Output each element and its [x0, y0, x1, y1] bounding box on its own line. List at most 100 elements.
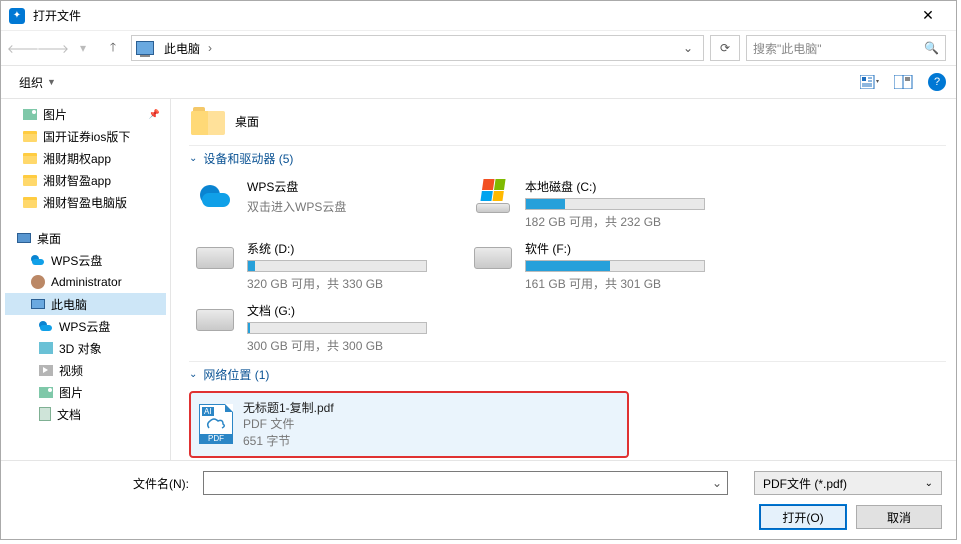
forward-button[interactable]: 🡒 [41, 36, 65, 60]
drive-usage-bar [525, 260, 705, 272]
pin-icon: 📌 [149, 109, 160, 120]
sidebar-item-label: Administrator [51, 275, 122, 289]
drive-sub: 161 GB 可用，共 301 GB [525, 275, 705, 292]
drive-sub: 320 GB 可用，共 330 GB [247, 275, 427, 292]
sidebar-item-user-7[interactable]: Administrator [5, 271, 166, 293]
sidebar-item-vid-11[interactable]: 视频 [5, 359, 166, 381]
breadcrumb-caret-icon[interactable]: › [204, 41, 216, 55]
sidebar-item-cloud-6[interactable]: WPS云盘 [5, 249, 166, 271]
sidebar-item-pc-8[interactable]: 此电脑 [5, 293, 166, 315]
filename-input[interactable] [203, 471, 728, 495]
organize-label: 组织 [19, 74, 43, 91]
sidebar-item-folder-3[interactable]: 湘财智盈app [5, 169, 166, 191]
navigation-bar: 🡐 🡒 ▾ 🡑 此电脑 › ⌄ ⟳ 搜索"此电脑" 🔍 [1, 31, 956, 65]
folder-icon [23, 197, 37, 208]
sidebar-item-label: 国开证券ios版下 [43, 128, 130, 145]
os-drive-icon [471, 178, 515, 214]
address-bar[interactable]: 此电脑 › ⌄ [131, 35, 704, 61]
open-file-dialog: ✦ 打开文件 ✕ 🡐 🡒 ▾ 🡑 此电脑 › ⌄ ⟳ 搜索"此电脑" 🔍 组织 … [0, 0, 957, 540]
sidebar-item-folder-4[interactable]: 湘财智盈电脑版 [5, 191, 166, 213]
drive-name: 文档 (G:) [247, 302, 427, 319]
sidebar-item-folder-2[interactable]: 湘财期权app [5, 147, 166, 169]
doc-icon [39, 407, 51, 421]
titlebar: ✦ 打开文件 ✕ [1, 1, 956, 31]
sidebar-item-label: WPS云盘 [59, 318, 110, 335]
pc-icon [136, 41, 154, 55]
folder-icon [23, 131, 37, 142]
file-size: 651 字节 [243, 433, 334, 450]
desk-icon [17, 233, 31, 243]
drive-name: 软件 (F:) [525, 240, 705, 257]
up-button[interactable]: 🡑 [101, 36, 125, 60]
file-type: PDF 文件 [243, 416, 334, 433]
sidebar-item-doc-13[interactable]: 文档 [5, 403, 166, 425]
cancel-button[interactable]: 取消 [856, 505, 942, 529]
folder-icon [191, 107, 225, 135]
cloud-icon [39, 321, 53, 331]
network-file-item[interactable]: AI PDF 无标题1-复制.pdf PDF 文件 651 字节 [189, 391, 629, 458]
user-icon [31, 275, 45, 289]
section-network[interactable]: ⌄ 网络位置 (1) [189, 366, 946, 383]
drive-usage-bar [247, 260, 427, 272]
section-network-label: 网络位置 (1) [203, 366, 269, 383]
address-dropdown-icon[interactable]: ⌄ [677, 41, 699, 55]
close-button[interactable]: ✕ [908, 7, 948, 24]
content-pane: 桌面 ⌄ 设备和驱动器 (5) WPS云盘双击进入WPS云盘 本地磁盘 (C:) 1… [171, 99, 956, 460]
drive-sub: 182 GB 可用，共 232 GB [525, 213, 705, 230]
search-placeholder: 搜索"此电脑" [753, 40, 822, 57]
filename-label: 文件名(N): [15, 475, 195, 492]
drive-name: 系统 (D:) [247, 240, 427, 257]
search-icon: 🔍 [924, 41, 939, 55]
drive-item-1[interactable]: 本地磁盘 (C:) 182 GB 可用，共 232 GB [467, 175, 727, 233]
sidebar-item-folder-1[interactable]: 国开证券ios版下 [5, 125, 166, 147]
sidebar-item-label: 湘财智盈app [43, 172, 111, 189]
footer: 文件名(N): ⌄ PDF文件 (*.pdf) ⌄ 打开(O) 取消 [1, 460, 956, 539]
pc-icon [31, 299, 45, 309]
sidebar: 图片📌国开证券ios版下湘财期权app湘财智盈app湘财智盈电脑版桌面WPS云盘… [1, 99, 171, 460]
section-devices-label: 设备和驱动器 (5) [203, 150, 293, 167]
drive-item-2[interactable]: 系统 (D:) 320 GB 可用，共 330 GB [189, 237, 449, 295]
drive-item-4[interactable]: 文档 (G:) 300 GB 可用，共 300 GB [189, 299, 449, 357]
cloud-drive-icon [193, 178, 237, 214]
open-button[interactable]: 打开(O) [760, 505, 846, 529]
refresh-button[interactable]: ⟳ [710, 35, 740, 61]
drive-name: 本地磁盘 (C:) [525, 178, 705, 195]
sidebar-item-3d-10[interactable]: 3D 对象 [5, 337, 166, 359]
hdd-icon [193, 240, 237, 276]
sidebar-item-label: WPS云盘 [51, 252, 102, 269]
sidebar-item-desk-5[interactable]: 桌面 [5, 227, 166, 249]
preview-pane-button[interactable] [894, 73, 914, 91]
sidebar-item-pic-0[interactable]: 图片📌 [5, 103, 166, 125]
sidebar-item-pic-12[interactable]: 图片 [5, 381, 166, 403]
recent-dropdown[interactable]: ▾ [71, 36, 95, 60]
drive-sub: 300 GB 可用，共 300 GB [247, 337, 427, 354]
pic-icon [39, 387, 53, 398]
chevron-down-icon: ⌄ [189, 369, 197, 380]
section-devices[interactable]: ⌄ 设备和驱动器 (5) [189, 150, 946, 167]
help-button[interactable]: ? [928, 73, 946, 91]
hdd-icon [193, 302, 237, 338]
drive-usage-bar [525, 198, 705, 210]
folder-desktop[interactable]: 桌面 [191, 107, 946, 135]
app-icon: ✦ [9, 8, 25, 24]
sidebar-item-cloud-9[interactable]: WPS云盘 [5, 315, 166, 337]
chevron-down-icon: ⌄ [189, 153, 197, 164]
drive-item-3[interactable]: 软件 (F:) 161 GB 可用，共 301 GB [467, 237, 727, 295]
sidebar-item-label: 图片 [59, 384, 83, 401]
organize-menu[interactable]: 组织 ▼ [11, 70, 64, 95]
sidebar-item-label: 文档 [57, 406, 81, 423]
back-button[interactable]: 🡐 [11, 36, 35, 60]
pdf-file-icon: AI PDF [199, 404, 233, 444]
cancel-button-label: 取消 [887, 509, 911, 526]
breadcrumb-item[interactable]: 此电脑 [160, 40, 204, 57]
drive-usage-bar [247, 322, 427, 334]
cloud-icon [31, 255, 45, 265]
drive-item-0[interactable]: WPS云盘双击进入WPS云盘 [189, 175, 449, 233]
view-options-button[interactable] [860, 73, 880, 91]
folder-label: 桌面 [235, 113, 259, 130]
sidebar-item-label: 此电脑 [51, 296, 87, 313]
filetype-select[interactable]: PDF文件 (*.pdf) ⌄ [754, 471, 942, 495]
vid-icon [39, 365, 53, 376]
sidebar-item-label: 桌面 [37, 230, 61, 247]
search-box[interactable]: 搜索"此电脑" 🔍 [746, 35, 946, 61]
